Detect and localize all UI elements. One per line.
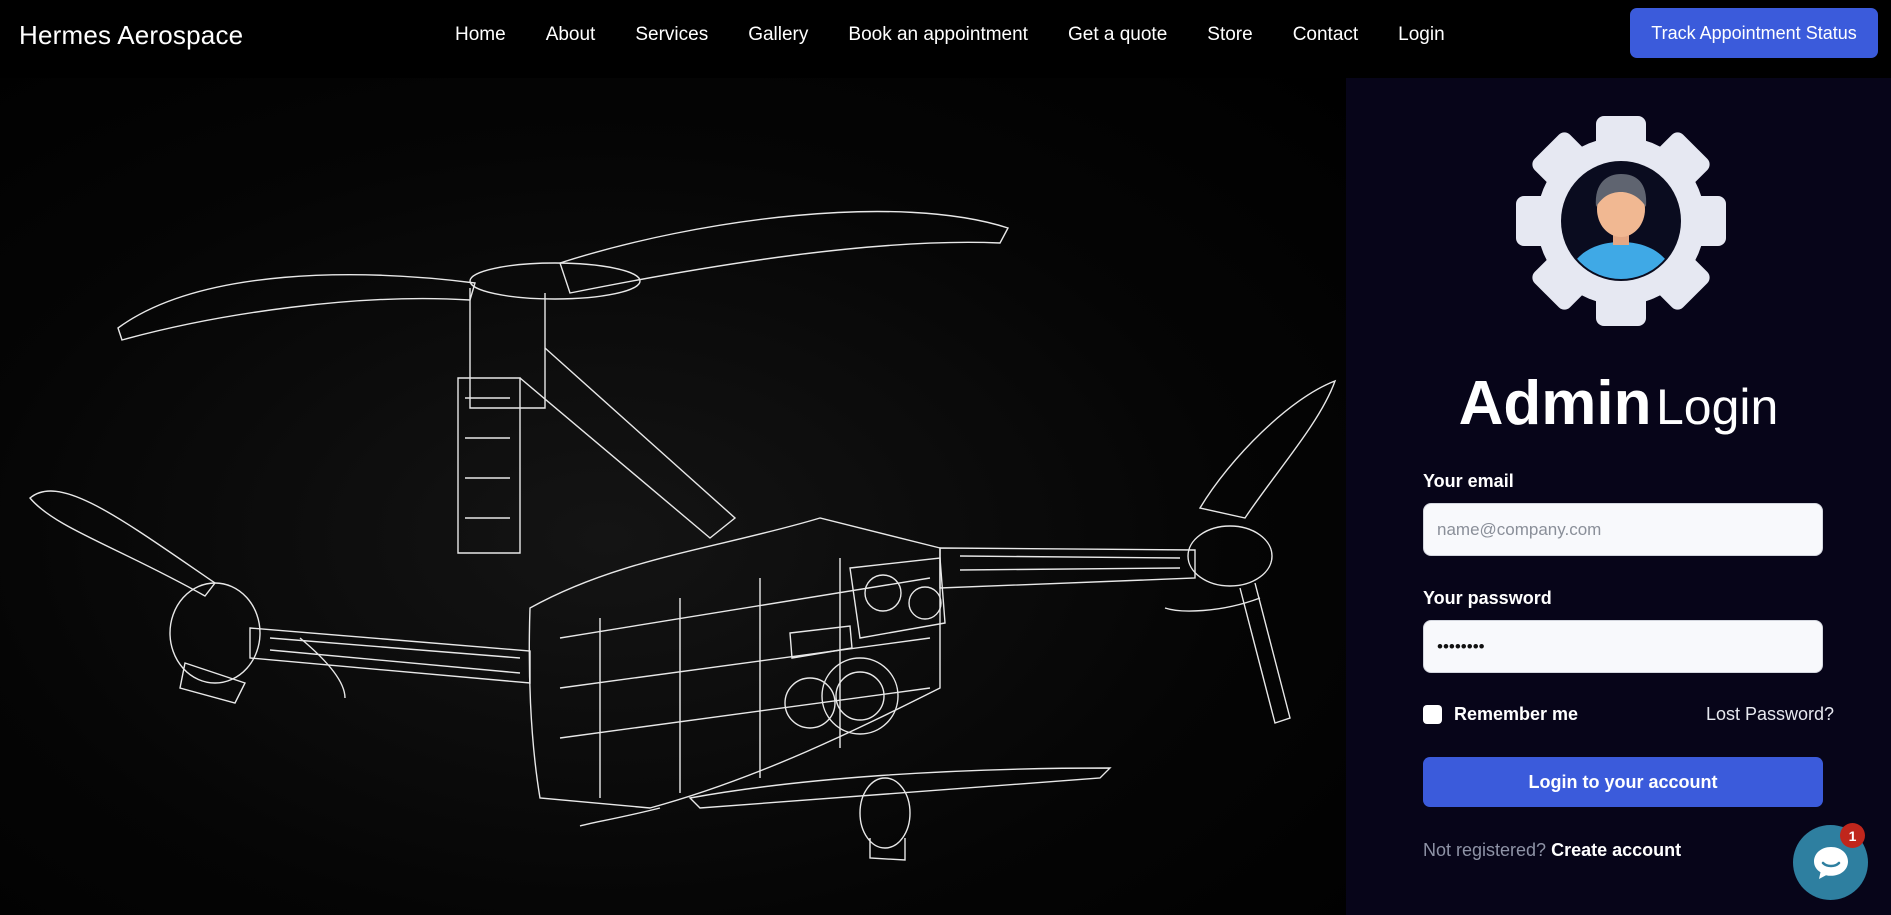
register-prompt: Not registered? Create account — [1423, 840, 1681, 861]
gear-avatar-icon — [1512, 112, 1730, 330]
email-label: Your email — [1423, 471, 1514, 491]
remember-me: Remember me — [1423, 704, 1578, 725]
brand-logo[interactable]: Hermes Aerospace — [19, 20, 243, 51]
nav-about[interactable]: About — [546, 24, 596, 46]
nav-login[interactable]: Login — [1398, 24, 1445, 46]
password-field[interactable] — [1423, 620, 1823, 673]
navbar: Hermes Aerospace Home About Services Gal… — [0, 0, 1891, 78]
nav-contact[interactable]: Contact — [1293, 24, 1358, 46]
create-account-link[interactable]: Create account — [1551, 840, 1681, 860]
not-registered-text: Not registered? — [1423, 840, 1547, 860]
track-appointment-button[interactable]: Track Appointment Status — [1630, 8, 1878, 58]
hero-drone-image — [0, 78, 1346, 915]
login-title-admin: Admin — [1458, 369, 1652, 438]
login-submit-button[interactable]: Login to your account — [1423, 757, 1823, 807]
lost-password-link[interactable]: Lost Password? — [1706, 704, 1834, 725]
nav-services[interactable]: Services — [635, 24, 708, 46]
login-title: Admin Login — [1346, 368, 1891, 439]
login-title-login: Login — [1655, 379, 1779, 435]
nav-get-quote[interactable]: Get a quote — [1068, 24, 1167, 46]
remember-me-label: Remember me — [1454, 704, 1579, 724]
nav-links: Home About Services Gallery Book an appo… — [455, 24, 1485, 46]
drone-wireframe-illustration — [29, 210, 1337, 861]
nav-book-appointment[interactable]: Book an appointment — [848, 24, 1028, 46]
chat-notification-badge: 1 — [1840, 823, 1865, 848]
chat-bubble-icon — [1813, 846, 1848, 879]
nav-home[interactable]: Home — [455, 24, 506, 46]
email-field[interactable] — [1423, 503, 1823, 556]
remember-me-checkbox[interactable] — [1423, 705, 1442, 724]
password-label: Your password — [1423, 588, 1552, 608]
nav-gallery[interactable]: Gallery — [748, 24, 808, 46]
nav-store[interactable]: Store — [1207, 24, 1252, 46]
